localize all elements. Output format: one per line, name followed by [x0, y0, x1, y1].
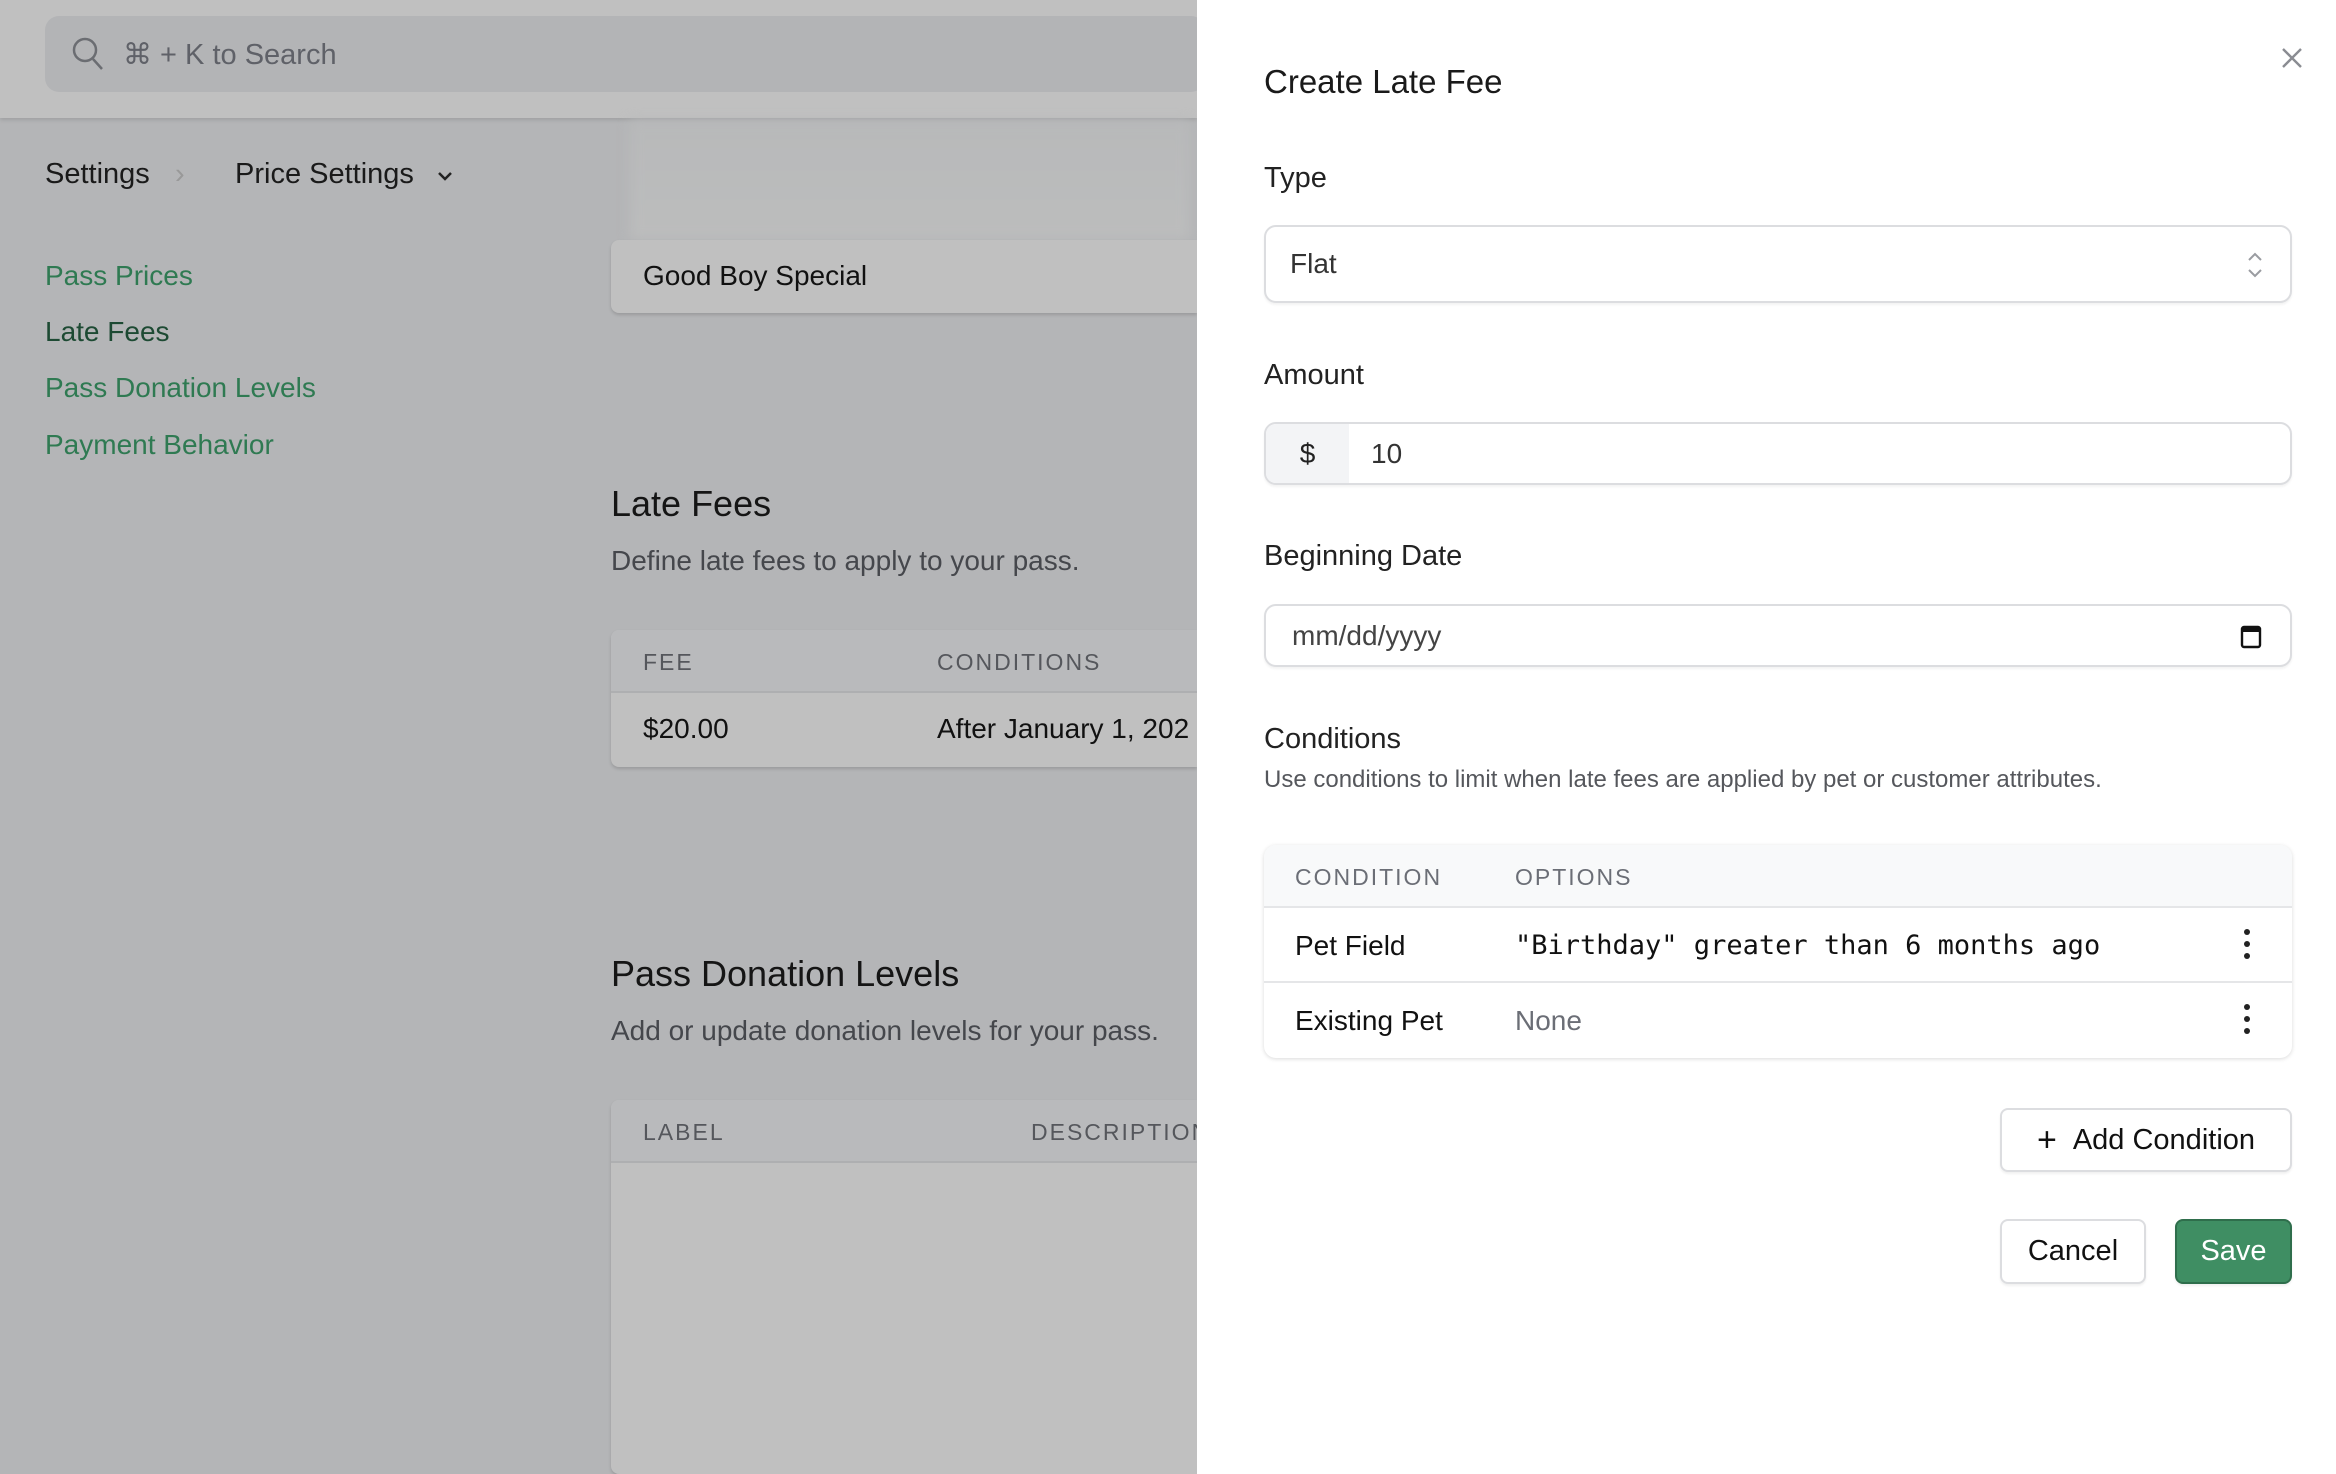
column-header-conditions: CONDITIONS [937, 649, 1102, 675]
fee-value: $20.00 [643, 713, 729, 744]
chevron-down-icon[interactable] [436, 170, 454, 182]
condition-name: Pet Field [1295, 930, 1406, 961]
column-header-fee: FEE [643, 649, 694, 675]
condition-row: Pet Field "Birthday" greater than 6 mont… [1264, 908, 2292, 983]
top-header: ⌘ + K to Search [0, 0, 1205, 118]
conditions-description: Use conditions to limit when late fees a… [1264, 766, 2102, 793]
pass-price-row[interactable]: Good Boy Special [611, 240, 1197, 313]
add-condition-label: Add Condition [2072, 1123, 2256, 1156]
amount-value: 10 [1371, 437, 1403, 469]
donation-levels-table: LABEL DESCRIPTION [611, 1100, 1197, 1474]
create-late-fee-panel: Create Late Fee Type Flat Amount $ 10 Be… [1197, 0, 2336, 1474]
sidebar-item-payment-behavior[interactable]: Payment Behavior [45, 429, 274, 461]
conditions-heading: Conditions [1264, 723, 1402, 755]
amount-label: Amount [1264, 359, 1364, 391]
column-header-condition: CONDITION [1295, 864, 1443, 890]
amount-input[interactable]: $ 10 [1264, 422, 2292, 485]
type-value: Flat [1290, 248, 1337, 279]
search-icon [72, 37, 103, 70]
select-arrows-icon [2248, 252, 2262, 278]
condition-options: "Birthday" greater than 6 months ago [1515, 930, 2101, 961]
beginning-date-label: Beginning Date [1264, 540, 1463, 572]
fee-conditions: After January 1, 202 [937, 713, 1190, 744]
blurred-row [630, 120, 1190, 240]
late-fees-table: FEE CONDITIONS $20.00 After January 1, 2… [611, 630, 1197, 767]
plus-icon: + [2036, 1120, 2057, 1159]
more-options-icon[interactable] [2243, 1004, 2251, 1034]
type-select[interactable]: Flat [1264, 225, 2292, 303]
search-placeholder: ⌘ + K to Search [123, 38, 337, 71]
column-header-description: DESCRIPTION [1031, 1119, 1197, 1145]
type-label: Type [1264, 162, 1327, 194]
condition-row: Existing Pet None [1264, 983, 2292, 1058]
column-header-options: OPTIONS [1515, 864, 1633, 890]
breadcrumb-settings[interactable]: Settings [45, 158, 150, 191]
condition-options: None [1515, 1005, 1582, 1036]
save-button[interactable]: Save [2175, 1219, 2292, 1284]
sidebar-item-pass-prices[interactable]: Pass Prices [45, 260, 193, 292]
beginning-date-input[interactable]: mm/dd/yyyy [1264, 604, 2292, 667]
donation-levels-heading: Pass Donation Levels [611, 953, 960, 994]
search-bar[interactable]: ⌘ + K to Search [45, 16, 1205, 92]
date-placeholder: mm/dd/yyyy [1292, 619, 1442, 651]
conditions-table: CONDITION OPTIONS Pet Field "Birthday" g… [1264, 845, 2292, 1058]
late-fees-description: Define late fees to apply to your pass. [611, 545, 1080, 576]
calendar-icon[interactable] [2240, 623, 2262, 649]
chevron-right-icon: › [175, 158, 185, 190]
sidebar-item-late-fees[interactable]: Late Fees [45, 316, 170, 348]
close-icon[interactable] [2280, 46, 2304, 70]
donation-levels-description: Add or update donation levels for your p… [611, 1015, 1159, 1046]
currency-prefix: $ [1266, 424, 1349, 483]
condition-name: Existing Pet [1295, 1005, 1443, 1036]
breadcrumb-price-settings[interactable]: Price Settings [235, 158, 414, 191]
cancel-button[interactable]: Cancel [2000, 1219, 2146, 1284]
pass-name: Good Boy Special [643, 260, 868, 291]
add-condition-button[interactable]: + Add Condition [2000, 1108, 2292, 1172]
more-options-icon[interactable] [2243, 929, 2251, 959]
column-header-label: LABEL [643, 1119, 725, 1145]
sidebar-item-pass-donation-levels[interactable]: Pass Donation Levels [45, 372, 316, 404]
late-fees-heading: Late Fees [611, 483, 772, 524]
panel-title: Create Late Fee [1264, 63, 1503, 100]
